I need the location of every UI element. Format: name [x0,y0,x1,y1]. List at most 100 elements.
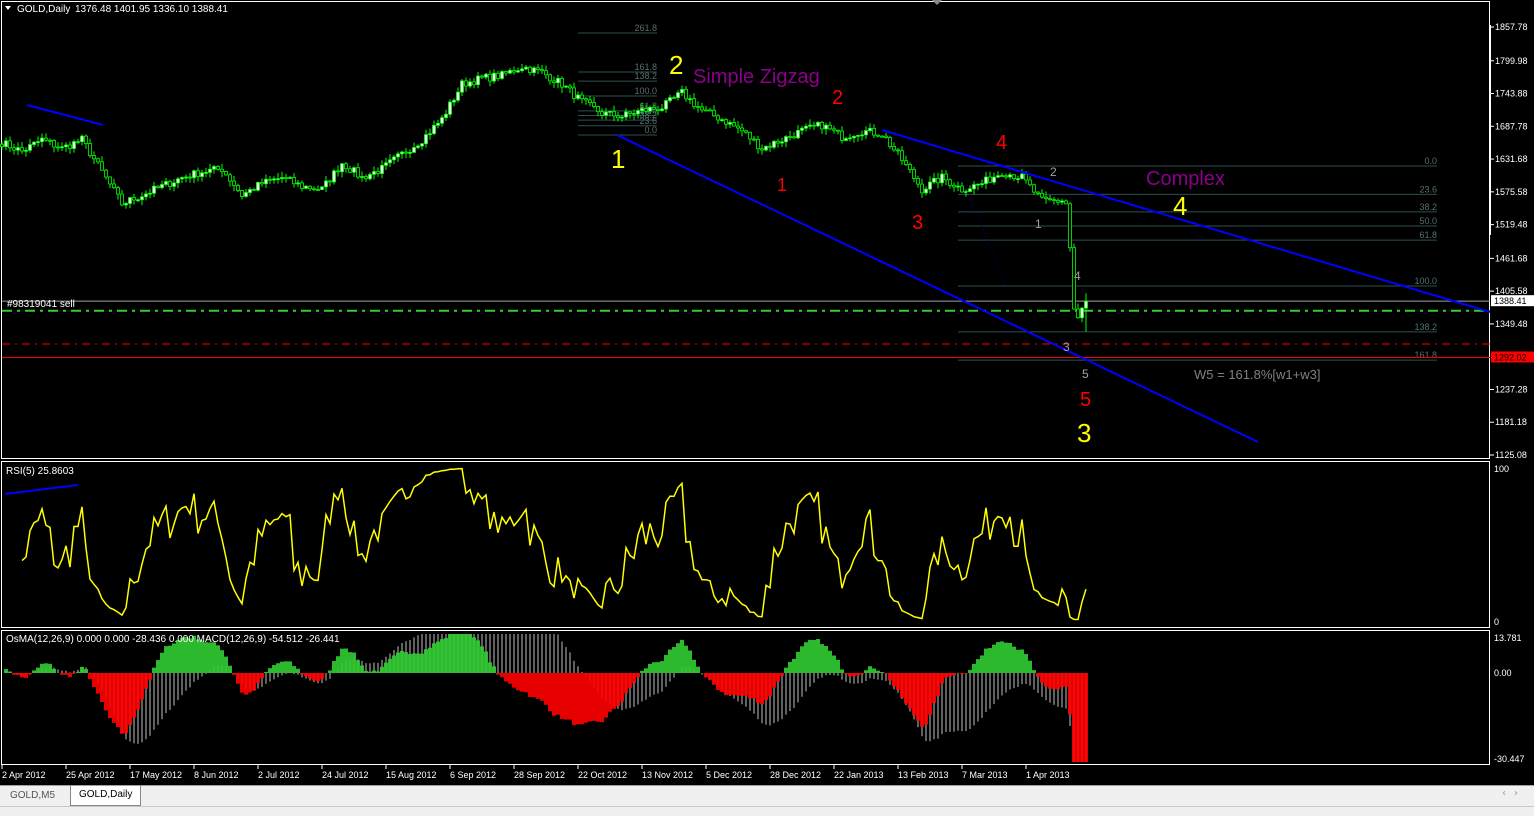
candle-body[interactable] [1017,179,1020,180]
candle-body[interactable] [289,177,292,178]
candle-body[interactable] [205,172,208,173]
candle-body[interactable] [685,89,688,98]
candle-body[interactable] [925,189,928,193]
candle-body[interactable] [813,125,816,126]
candle-body[interactable] [1053,200,1056,201]
candle-body[interactable] [141,197,144,200]
candle-body[interactable] [429,134,432,135]
candle-body[interactable] [1037,192,1040,193]
candle-body[interactable] [1009,175,1012,177]
candle-body[interactable] [581,95,584,99]
candle-body[interactable] [153,186,156,193]
candle-body[interactable] [681,89,684,92]
candle-body[interactable] [1081,308,1084,318]
candle-body[interactable] [409,152,412,153]
candle-body[interactable] [757,139,760,148]
candle-body[interactable] [25,150,28,151]
candle-body[interactable] [457,92,460,100]
candle-body[interactable] [661,109,664,111]
candle-body[interactable] [277,179,280,180]
candle-body[interactable] [709,110,712,111]
candle-body[interactable] [313,189,316,190]
tab-gold-daily[interactable]: GOLD,Daily [70,786,141,806]
candle-body[interactable] [889,138,892,147]
candle-body[interactable] [225,172,228,175]
candle-body[interactable] [673,98,676,99]
candle-body[interactable] [441,118,444,124]
candle-body[interactable] [861,135,864,136]
candle-body[interactable] [321,187,324,190]
candle-body[interactable] [493,73,496,81]
candle-body[interactable] [357,168,360,177]
candle-body[interactable] [1,144,4,146]
candle-body[interactable] [777,141,780,143]
wave-label[interactable]: 3 [912,212,923,234]
candle-body[interactable] [477,76,480,85]
candle-body[interactable] [165,181,168,184]
candle-body[interactable] [641,108,644,110]
candle-body[interactable] [653,107,656,109]
candle-body[interactable] [133,198,136,200]
candle-body[interactable] [793,137,796,138]
wave-label[interactable]: 5 [1082,367,1089,381]
candle-body[interactable] [249,189,252,192]
candle-body[interactable] [865,131,868,135]
candle-body[interactable] [101,162,104,170]
candle-body[interactable] [873,128,876,135]
candle-body[interactable] [669,98,672,101]
candle-body[interactable] [717,116,720,120]
candle-body[interactable] [953,185,956,187]
pattern-label[interactable]: Simple Zigzag [693,66,820,88]
candle-body[interactable] [5,141,8,147]
candle-body[interactable] [725,120,728,125]
candle-body[interactable] [345,164,348,169]
candle-body[interactable] [629,112,632,114]
price-scroll-bar[interactable] [1489,25,1491,235]
candle-body[interactable] [13,148,16,150]
candle-body[interactable] [1057,200,1060,202]
candle-body[interactable] [77,142,80,143]
candle-body[interactable] [837,130,840,131]
candle-body[interactable] [637,111,640,114]
candle-body[interactable] [81,136,84,141]
candle-body[interactable] [393,157,396,160]
candle-body[interactable] [513,70,516,72]
candle-body[interactable] [93,156,96,159]
candle-body[interactable] [721,120,724,121]
candle-body[interactable] [609,111,612,112]
candle-body[interactable] [197,171,200,177]
order-label[interactable]: #98319041 sell [7,299,75,310]
candle-body[interactable] [697,106,700,107]
candle-body[interactable] [749,132,752,139]
candle-body[interactable] [473,82,476,85]
candle-body[interactable] [905,161,908,165]
candle-body[interactable] [957,186,960,187]
candle-body[interactable] [593,103,596,107]
candle-body[interactable] [773,141,776,147]
candle-body[interactable] [509,70,512,73]
candle-body[interactable] [557,78,560,82]
candle-body[interactable] [997,176,1000,178]
candle-body[interactable] [657,109,660,110]
candle-body[interactable] [109,177,112,184]
candle-body[interactable] [533,68,536,73]
candle-body[interactable] [1025,174,1028,180]
candle-body[interactable] [993,177,996,182]
candle-body[interactable] [257,182,260,190]
candle-body[interactable] [545,71,548,75]
candle-body[interactable] [1085,301,1088,308]
candle-body[interactable] [185,177,188,178]
candle-body[interactable] [221,169,224,171]
candle-body[interactable] [117,188,120,194]
candle-body[interactable] [489,74,492,81]
candle-body[interactable] [817,122,820,125]
candle-body[interactable] [305,186,308,188]
candle-body[interactable] [385,163,388,166]
candle-body[interactable] [161,184,164,187]
candle-body[interactable] [129,198,132,204]
candle-body[interactable] [741,128,744,131]
candle-body[interactable] [497,73,500,78]
candle-body[interactable] [365,176,368,178]
candle-body[interactable] [21,148,24,151]
candle-body[interactable] [501,72,504,79]
